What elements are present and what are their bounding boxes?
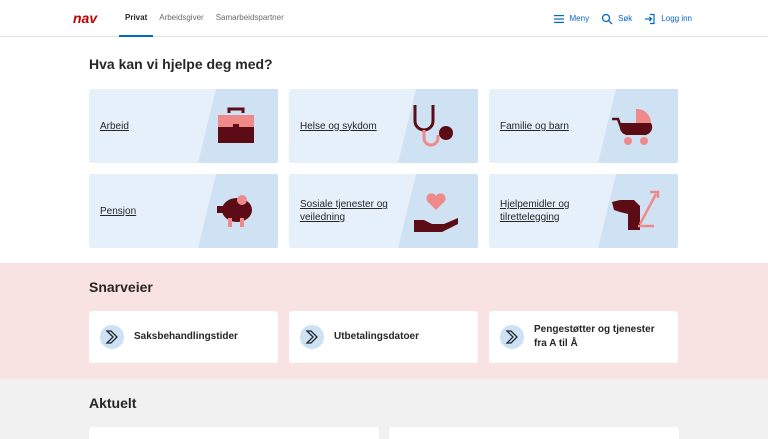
shortcut-label: Utbetalingsdatoer — [334, 331, 420, 342]
stethoscope-icon — [413, 105, 453, 147]
chevron-right-icon — [500, 325, 524, 349]
tab-privat[interactable]: Privat — [119, 0, 154, 37]
shortcut-pengestotter[interactable]: Pengestøtter og tjenester fra A til Å — [489, 311, 678, 363]
shortcut-label: Saksbehandlingstider — [134, 331, 238, 342]
hamburger-icon — [553, 14, 564, 23]
search-button[interactable]: Søk — [601, 13, 632, 25]
help-card-label: Pensjon — [100, 205, 137, 217]
news-card[interactable] — [389, 427, 679, 439]
svg-text:nav: nav — [73, 11, 98, 25]
login-icon — [645, 13, 655, 24]
header-actions: Meny Søk Logg inn — [553, 0, 692, 37]
news-card[interactable] — [89, 427, 379, 439]
nav-logo[interactable]: nav — [73, 11, 103, 25]
heart-hand-icon — [414, 193, 458, 232]
help-card-label: Sosiale tjenester og veiledning — [300, 199, 388, 223]
help-card-label: Familie og barn — [500, 120, 569, 132]
login-label: Logg inn — [661, 14, 692, 23]
shortcut-utbetalingsdatoer[interactable]: Utbetalingsdatoer — [289, 311, 478, 363]
help-card-label: Arbeid — [100, 120, 129, 132]
shortcut-saksbehandlingstider[interactable]: Saksbehandlingstider — [89, 311, 278, 363]
guide-dog-icon — [612, 190, 660, 230]
help-card-familie[interactable]: Familie og barn — [489, 89, 678, 163]
chevron-right-icon — [100, 325, 124, 349]
help-card-arbeid[interactable]: Arbeid — [89, 89, 278, 163]
help-card-sosiale[interactable]: Sosiale tjenester og veiledning — [289, 174, 478, 248]
audience-tabs: Privat Arbeidsgiver Samarbeidspartner — [119, 0, 290, 37]
piggy-bank-icon — [217, 195, 252, 227]
help-card-label: Helse og sykdom — [300, 120, 377, 132]
briefcase-icon — [218, 107, 254, 143]
stroller-icon — [612, 108, 653, 145]
tab-arbeidsgiver[interactable]: Arbeidsgiver — [153, 0, 209, 37]
help-card-hjelpemidler[interactable]: Hjelpemidler og tilrettelegging — [489, 174, 678, 248]
menu-button[interactable]: Meny — [553, 13, 590, 25]
chevron-right-icon — [300, 325, 324, 349]
site-header: nav Privat Arbeidsgiver Samarbeidspartne… — [0, 0, 768, 37]
help-card-pensjon[interactable]: Pensjon — [89, 174, 278, 248]
search-icon — [601, 13, 613, 24]
shortcuts-title: Snarveier — [89, 279, 153, 295]
help-card-helse[interactable]: Helse og sykdom — [289, 89, 478, 163]
login-button[interactable]: Logg inn — [644, 13, 692, 25]
news-title: Aktuelt — [89, 395, 137, 411]
help-card-label: Hjelpemidler og tilrettelegging — [500, 199, 570, 223]
search-label: Søk — [618, 14, 633, 23]
menu-label: Meny — [569, 14, 590, 23]
tab-samarbeidspartner[interactable]: Samarbeidspartner — [210, 0, 290, 37]
shortcut-label: Pengestøtter og tjenester fra A til Å — [534, 324, 655, 349]
help-title: Hva kan vi hjelpe deg med? — [89, 56, 273, 72]
